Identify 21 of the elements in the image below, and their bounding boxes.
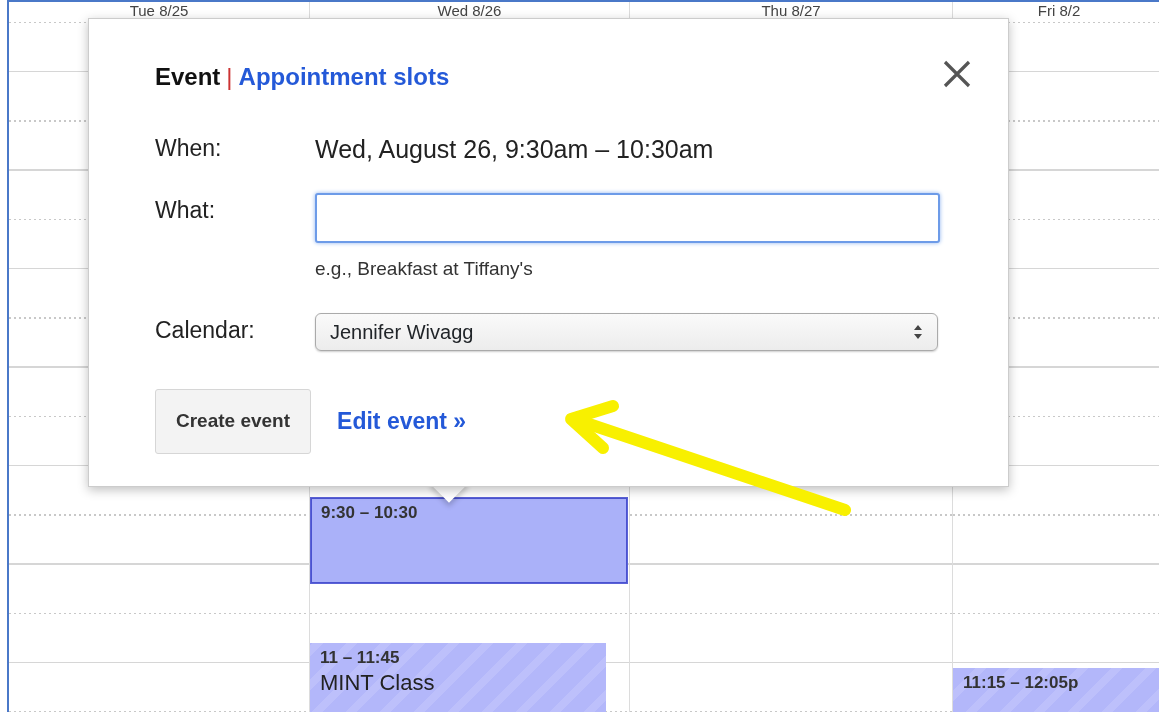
create-event-button[interactable]: Create event: [155, 389, 312, 454]
popup-tab[interactable]: Appointment slots: [238, 59, 450, 95]
edit-event-link[interactable]: Edit event »: [337, 404, 467, 439]
event-block[interactable]: 11:15 – 12:05p: [953, 668, 1159, 712]
when-value: Wed, August 26, 9:30am – 10:30am: [315, 134, 714, 165]
field-label: What:: [155, 195, 217, 225]
event-title: MINT Class: [320, 670, 436, 694]
event-block[interactable]: 9:30 – 10:30: [310, 497, 628, 584]
event-time: 9:30 – 10:30: [321, 502, 419, 524]
popup-tab[interactable]: Event: [155, 59, 221, 95]
event-block[interactable]: 11 – 11:45 MINT Class: [310, 643, 606, 712]
calendar-select[interactable]: Jennifer Wivagg: [315, 313, 938, 351]
updown-icon: [913, 324, 923, 340]
field-label: Calendar:: [155, 316, 256, 345]
field-label: When:: [155, 134, 223, 163]
tab-separator: |: [226, 62, 233, 92]
close-icon[interactable]: [942, 59, 972, 89]
what-input[interactable]: [315, 192, 940, 243]
field-hint: e.g., Breakfast at Tiffany's: [315, 256, 534, 281]
event-time: 11 – 11:45: [320, 647, 401, 669]
event-time: 11:15 – 12:05p: [963, 672, 1080, 694]
